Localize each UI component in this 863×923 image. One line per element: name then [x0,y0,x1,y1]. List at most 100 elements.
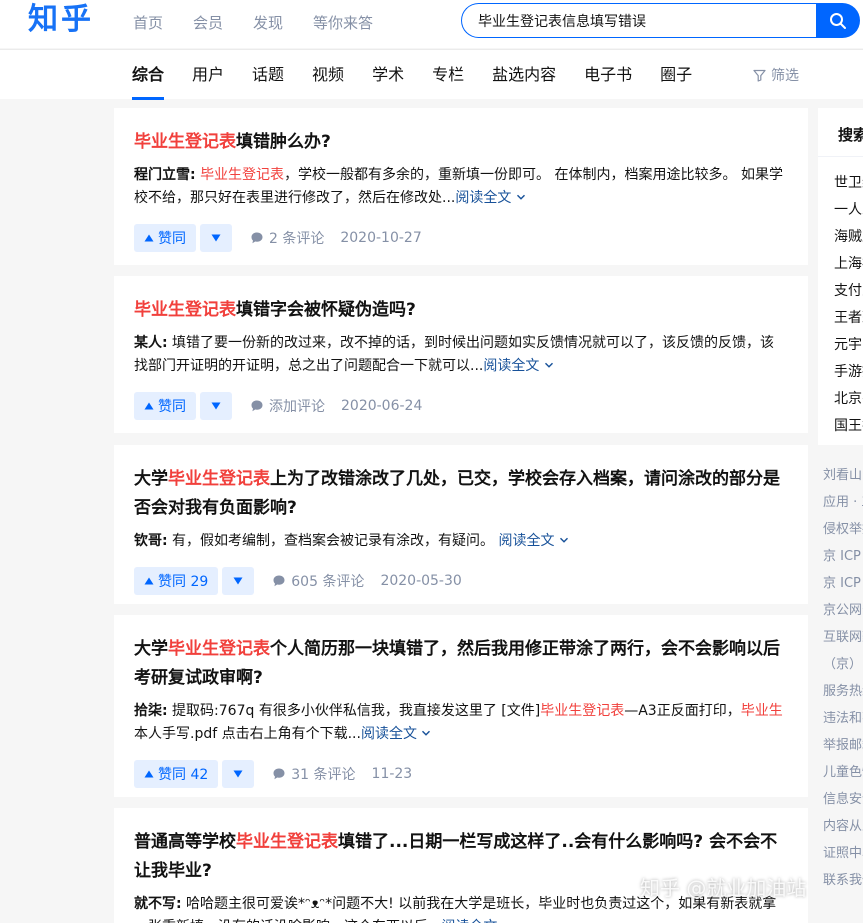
tab-circles[interactable]: 圈子 [660,50,692,100]
upvote-label: 赞同 [158,399,186,415]
read-more-label: 阅读全文 [441,919,497,923]
nav-home[interactable]: 首页 [133,12,163,33]
hot-search-item[interactable]: 海贼王 [834,224,863,251]
upvote-button[interactable]: 赞同 [134,224,196,252]
search-box [461,3,817,38]
comment-button[interactable]: 605 条评论 [272,571,364,591]
hot-search-item[interactable]: 一人之下 [834,197,863,224]
comment-count: 2 条评论 [269,231,325,247]
hot-search-item[interactable]: 王者荣耀 [834,305,863,332]
text-segment: 填错了要一份新的改过来，改不掉的话，到时候出问题如实反馈情况就可以了，该反馈的反… [134,335,775,374]
nav-waiting-answers[interactable]: 等你来答 [313,12,373,33]
author-name[interactable]: 就不写: [134,896,182,912]
footer-link[interactable]: 刘看山 [823,462,863,489]
result-title[interactable]: 大学毕业生登记表上为了改错涂改了几处，已交，学校会存入档案，请问涂改的部分是否会… [134,465,788,523]
search-input[interactable] [462,4,792,37]
nav-discover[interactable]: 发现 [253,12,283,33]
result-excerpt: 钦哥: 有，假如考编制，查档案会被记录有涂改，有疑问。 阅读全文 [134,530,788,553]
triangle-up-icon [144,402,154,410]
filter-button[interactable]: 筛选 [753,65,799,85]
footer-link[interactable]: 互联网药品 [823,624,863,651]
footer-link[interactable]: （京） [823,651,863,678]
downvote-button[interactable] [222,760,255,788]
result-card: 毕业生登记表填错肿么办? 程门立雪: 毕业生登记表，学校一般都有多余的，重新填一份… [114,108,808,265]
hot-search-item[interactable]: 手游推荐 [834,359,863,386]
tab-topics[interactable]: 话题 [252,50,284,100]
upvote-button[interactable]: 赞同 29 [134,567,219,595]
tab-columns[interactable]: 专栏 [432,50,464,100]
read-more-label: 阅读全文 [498,533,555,549]
chevron-down-icon [544,362,553,368]
footer-link[interactable]: 服务热线 [823,678,863,705]
downvote-button[interactable] [200,392,232,420]
triangle-up-icon [144,577,154,585]
hot-search-item[interactable]: 北京冬奥 [834,386,863,413]
footer-link[interactable]: 证照中心 [823,840,863,867]
hot-search-item[interactable]: 国王排名 [834,413,863,440]
chevron-down-icon [516,194,525,200]
divider [818,156,863,157]
footer-link[interactable]: 举报邮箱 [823,732,863,759]
comment-bubble-icon [251,232,263,244]
hot-search-item[interactable]: 支付宝 [834,278,863,305]
highlight-keyword: 毕业生登记表 [168,469,270,489]
highlight-keyword: 毕业生登记表 [200,167,285,183]
read-more-link[interactable]: 阅读全文 [455,190,525,206]
result-title[interactable]: 毕业生登记表填错肿么办? [134,128,788,157]
comment-button[interactable]: 添加评论 [250,396,325,416]
downvote-button[interactable] [200,224,232,252]
footer-link[interactable]: 儿童色情 [823,759,863,786]
upvote-button[interactable]: 赞同 42 [134,760,219,788]
nav-vip[interactable]: 会员 [193,12,223,33]
result-excerpt: 拾柒: 提取码:767q 有很多小伙伴私信我，我直接发这里了 [文件]毕业生登记… [134,700,788,746]
upvote-label: 赞同 42 [158,767,209,783]
tab-users[interactable]: 用户 [192,50,224,100]
footer-link[interactable]: 违法和不良 [823,705,863,732]
upvote-button[interactable]: 赞同 [134,392,196,420]
result-date: 11-23 [371,766,413,782]
result-title[interactable]: 毕业生登记表填错字会被怀疑伪造吗? [134,296,788,325]
tab-academic[interactable]: 学术 [372,50,404,100]
author-name[interactable]: 程门立雪: [134,167,196,183]
footer-link[interactable]: 内容从业 [823,813,863,840]
footer-link[interactable]: 联系我们 [823,867,863,894]
search-tabs: 综合 用户 话题 视频 学术 专栏 盐选内容 电子书 圈子 [132,50,720,100]
sidebar-title: 搜索发现 [838,126,863,144]
tab-all[interactable]: 综合 [132,50,165,100]
hot-search-item[interactable]: 元宇宙 [834,332,863,359]
result-card: 大学毕业生登记表个人简历那一块填错了，然后我用修正带涂了两行，会不会影响以后考研… [114,615,808,797]
result-title[interactable]: 大学毕业生登记表个人简历那一块填错了，然后我用修正带涂了两行，会不会影响以后考研… [134,635,788,693]
tab-ebooks[interactable]: 电子书 [584,50,632,100]
result-actions: 赞同 29 605 条评论 2020-05-30 [134,567,788,595]
search-tabs-bar: 综合 用户 话题 视频 学术 专栏 盐选内容 电子书 圈子 筛选 [0,49,863,100]
read-more-link[interactable]: 阅读全文 [499,533,569,549]
upvote-label: 赞同 [158,231,186,247]
footer-link[interactable]: 应用 · 工作 [823,489,863,516]
read-more-link[interactable]: 阅读全文 [441,919,511,923]
footer-link[interactable]: 京公网安备 [823,597,863,624]
search-button[interactable] [816,3,860,38]
text-segment: 填错字会被怀疑伪造吗? [236,300,416,320]
footer-link[interactable]: 京 ICP 证 [823,543,863,570]
text-segment: 大学 [134,469,168,489]
hot-search-item[interactable]: 上海疫情 [834,251,863,278]
downvote-button[interactable] [222,567,255,595]
read-more-link[interactable]: 阅读全文 [361,726,431,742]
footer-link[interactable]: 京 ICP 备 [823,570,863,597]
tab-salt-content[interactable]: 盐选内容 [492,50,556,100]
comment-button[interactable]: 31 条评论 [272,764,356,784]
read-more-link[interactable]: 阅读全文 [483,358,553,374]
highlight-keyword: 毕业生 [740,703,783,719]
author-name[interactable]: 钦哥: [134,533,168,549]
author-name[interactable]: 拾柒: [134,703,168,719]
footer-link[interactable]: 侵权举报 [823,516,863,543]
tab-videos[interactable]: 视频 [312,50,344,100]
comment-button[interactable]: 2 条评论 [250,228,324,248]
chevron-down-icon [559,537,568,543]
footer-link[interactable]: 信息安全 [823,786,863,813]
hot-search-item[interactable]: 世卫组织 [834,170,863,197]
triangle-down-icon [211,402,221,410]
zhihu-logo[interactable]: 知乎 [28,0,94,40]
author-name[interactable]: 某人: [134,335,168,351]
sidebar-list: 世卫组织一人之下海贼王上海疫情支付宝王者荣耀元宇宙手游推荐北京冬奥国王排名 [834,170,863,440]
